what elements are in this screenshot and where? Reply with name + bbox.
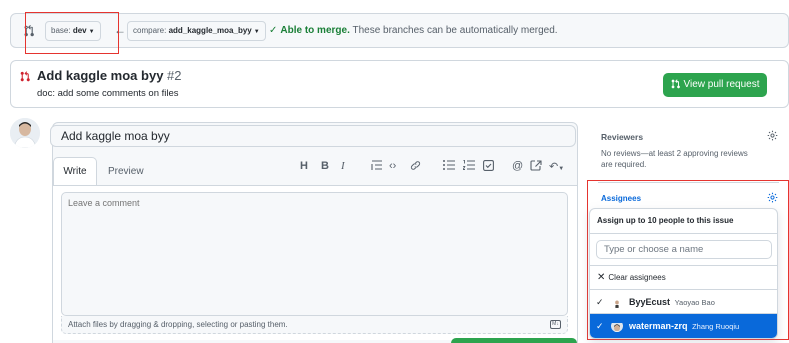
highlight-box-base-branch [25, 12, 119, 54]
merge-status: ✓ Able to merge. These branches can be au… [269, 25, 558, 36]
markdown-icon: M↓ [550, 320, 561, 329]
assignee-login: ByyEcust [629, 297, 671, 307]
comment-textarea[interactable] [61, 192, 568, 316]
compare-branch-select[interactable]: compare: add_kaggle_moa_byy ▼ [127, 21, 266, 41]
merge-detail-text: These branches can be automatically merg… [352, 25, 558, 36]
mention-icon[interactable]: @ [512, 160, 523, 172]
pull-request-icon [20, 71, 31, 85]
code-icon[interactable]: ‹› [389, 160, 396, 172]
reviewers-heading[interactable]: Reviewers [601, 132, 643, 142]
pull-request-number: #2 [167, 68, 182, 83]
assignee-dropdown-header: Assign up to 10 people to this issue [590, 209, 777, 234]
compare-branch-name: add_kaggle_moa_byy [168, 26, 252, 35]
pull-request-title[interactable]: Add kaggle moa byy #2 [37, 68, 182, 83]
assignee-dropdown: Assign up to 10 people to this issue ✕Cl… [589, 208, 778, 339]
pull-request-description: doc: add some comments on files [37, 88, 179, 99]
gear-icon[interactable] [767, 130, 778, 144]
assignee-option-waterman-zrq[interactable]: ✓ waterman-zrq Zhang Ruoqiu [590, 314, 777, 338]
attach-files-bar[interactable]: Attach files by dragging & dropping, sel… [61, 316, 568, 334]
compare-bar: base: dev ▼ ← compare: add_kaggle_moa_byy… [10, 13, 789, 48]
clear-assignees-label: Clear assignees [608, 273, 666, 282]
check-icon: ✓ [596, 297, 604, 307]
reply-icon[interactable]: ↶▼ [549, 160, 564, 173]
assignee-login: waterman-zrq [629, 321, 688, 331]
assignees-heading[interactable]: Assignees [601, 194, 641, 203]
avatar [610, 320, 623, 332]
write-area: Attach files by dragging & dropping, sel… [53, 185, 577, 340]
link-icon[interactable] [410, 160, 421, 174]
heading-icon[interactable]: H [300, 160, 308, 172]
avatar[interactable] [10, 118, 40, 148]
clear-assignees-item[interactable]: ✕ Clear assignees [590, 266, 777, 289]
assignee-option-byyecust[interactable]: ✓ ByyEcust Yaoyao Bao [590, 290, 777, 314]
existing-pull-request-box: Add kaggle moa byy #2 doc: add some comm… [10, 60, 789, 108]
assignee-full-name: Yaoyao Bao [674, 298, 715, 307]
tab-preview[interactable]: Preview [108, 166, 144, 177]
create-pull-request-button[interactable] [451, 338, 577, 343]
view-pull-request-button[interactable]: View pull request [663, 73, 767, 97]
bold-icon[interactable]: B [321, 160, 329, 172]
merge-ok-text: Able to merge. [280, 25, 350, 36]
view-pull-request-label: View pull request [683, 79, 760, 90]
assignee-search-input[interactable] [596, 240, 772, 259]
check-icon: ✓ [596, 321, 604, 331]
assignee-full-name: Zhang Ruoqiu [692, 322, 740, 331]
attach-files-hint: Attach files by dragging & dropping, sel… [68, 320, 288, 329]
ordered-list-icon[interactable] [462, 160, 475, 173]
title-input[interactable] [50, 125, 576, 147]
pull-request-title-text: Add kaggle moa byy [37, 68, 164, 83]
italic-icon[interactable]: I [341, 160, 345, 172]
reviewers-status: No reviews—at least 2 approving reviews … [601, 149, 748, 169]
compare-prefix: compare: [133, 26, 167, 35]
tab-write[interactable]: Write [53, 157, 97, 186]
task-list-icon[interactable] [483, 160, 494, 174]
avatar [610, 296, 623, 308]
unordered-list-icon[interactable] [443, 160, 455, 173]
quote-icon[interactable] [371, 160, 383, 173]
cross-reference-icon[interactable] [530, 160, 542, 174]
chevron-down-icon: ▼ [253, 29, 260, 35]
check-icon: ✓ [269, 25, 278, 36]
pull-request-icon [671, 79, 680, 89]
close-icon: ✕ [597, 272, 606, 283]
gear-icon[interactable] [767, 192, 778, 206]
